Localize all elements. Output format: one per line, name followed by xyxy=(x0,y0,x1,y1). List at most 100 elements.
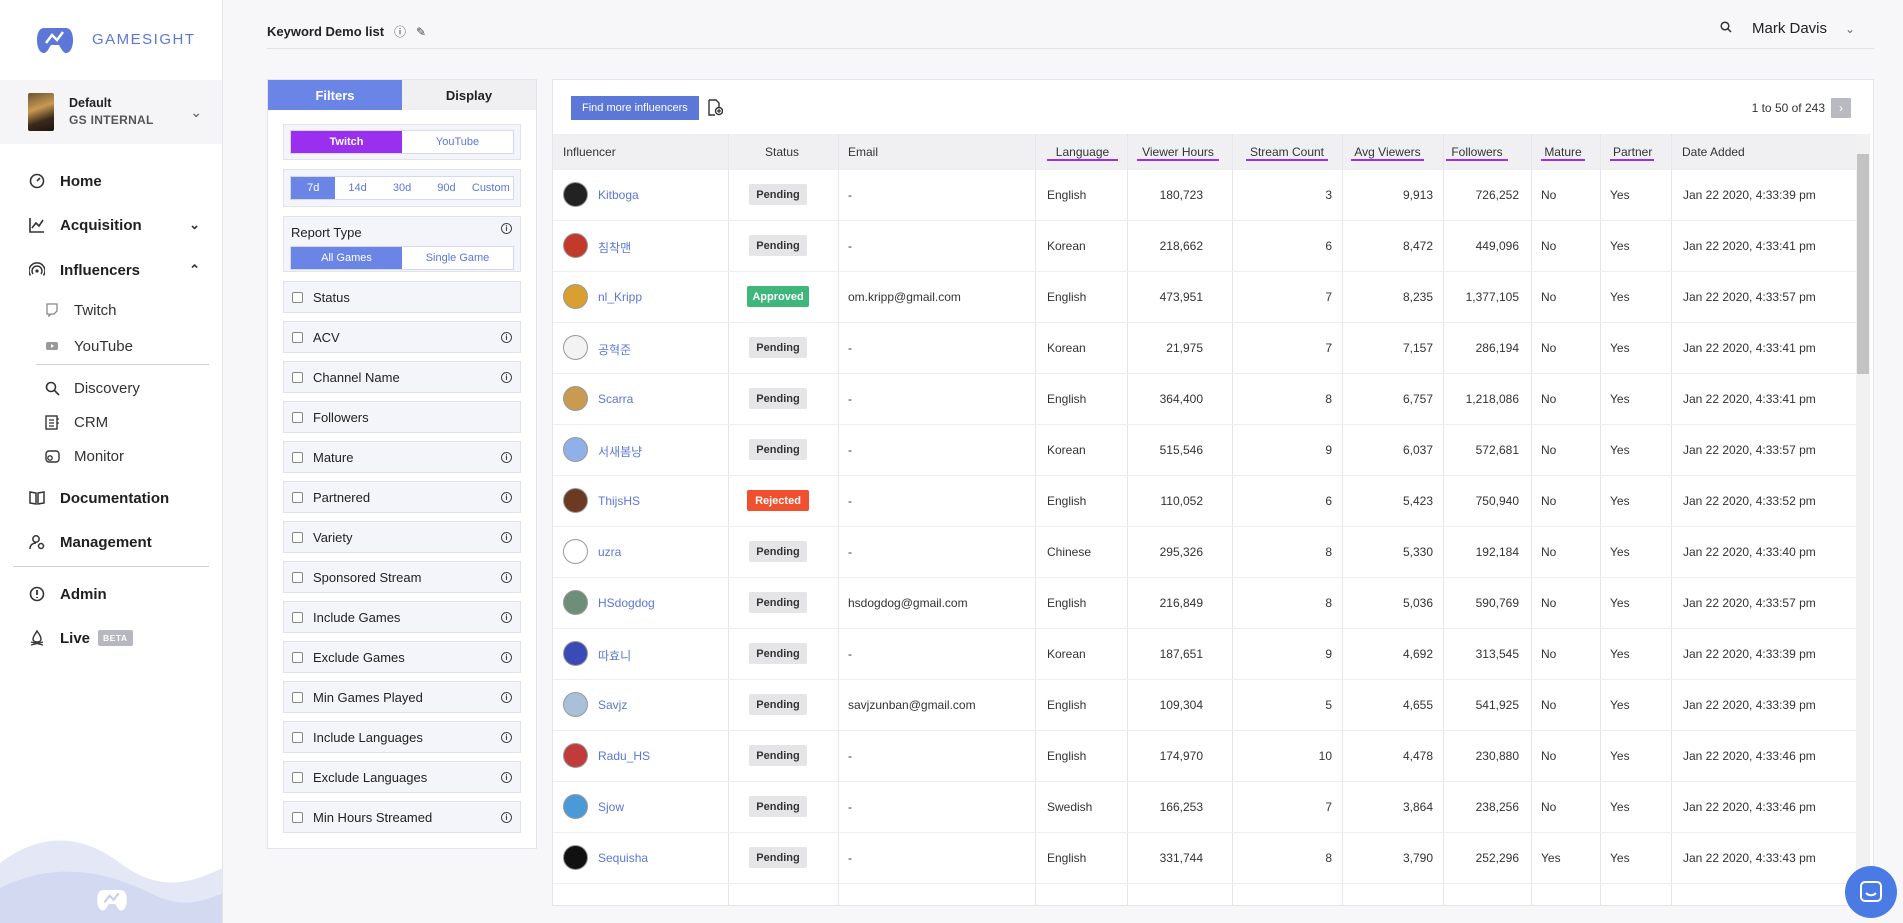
filter-checkbox[interactable] xyxy=(292,651,303,663)
influencer-name-link[interactable]: Kitboga xyxy=(598,188,639,202)
tab-display[interactable]: Display xyxy=(402,80,536,110)
filter-row[interactable]: Include Games i xyxy=(283,601,521,633)
status-badge[interactable]: Pending xyxy=(749,184,807,205)
col-mature[interactable]: Mature xyxy=(1541,145,1585,161)
scrollbar-thumb[interactable] xyxy=(1857,154,1869,374)
nav-crm[interactable]: CRM xyxy=(44,410,108,434)
add-file-icon[interactable] xyxy=(707,99,724,121)
status-badge[interactable]: Pending xyxy=(749,745,807,766)
table-row[interactable]: 침착맨 Pending - Korean 218,662 6 8,472 449,096 No Y… xyxy=(553,221,1856,272)
filter-row[interactable]: Min Games Played i xyxy=(283,681,521,713)
col-language[interactable]: Language xyxy=(1047,145,1118,161)
chevron-right-icon[interactable]: › xyxy=(1831,98,1851,118)
influencer-name-link[interactable]: nl_Kripp xyxy=(598,290,642,304)
status-badge[interactable]: Pending xyxy=(749,337,807,358)
table-row[interactable]: 따효니 Pending - Korean 187,651 9 4,692 313,545 No Y… xyxy=(553,629,1856,680)
info-icon[interactable]: i xyxy=(501,331,512,343)
info-icon[interactable]: i xyxy=(501,691,512,703)
range-custom[interactable]: Custom xyxy=(469,177,513,199)
nav-acquisition[interactable]: Acquisition ⌄ xyxy=(0,212,222,238)
nav-admin[interactable]: Admin xyxy=(0,581,222,607)
col-viewer-hours[interactable]: Viewer Hours xyxy=(1137,145,1219,161)
col-status[interactable]: Status xyxy=(765,145,799,159)
org-switcher[interactable]: Default GS INTERNAL ⌄ xyxy=(0,80,222,144)
filter-checkbox[interactable] xyxy=(292,691,303,703)
chat-launcher-button[interactable] xyxy=(1845,866,1897,918)
user-name[interactable]: Mark Davis xyxy=(1752,20,1827,37)
info-icon[interactable]: ⓘ xyxy=(394,23,406,40)
table-row[interactable]: uzra Pending - Chinese 295,326 8 5,330 192,184 N… xyxy=(553,527,1856,578)
platform-twitch[interactable]: Twitch xyxy=(291,131,402,153)
status-badge[interactable]: Pending xyxy=(749,847,807,868)
filter-checkbox[interactable] xyxy=(292,331,303,343)
influencer-name-link[interactable]: 따효니 xyxy=(598,647,631,664)
col-avg-viewers[interactable]: Avg Viewers xyxy=(1351,145,1424,161)
filter-checkbox[interactable] xyxy=(292,571,303,583)
influencer-name-link[interactable]: HSdogdog xyxy=(598,596,655,610)
status-badge[interactable]: Pending xyxy=(749,796,807,817)
influencer-name-link[interactable]: 공혁준 xyxy=(598,341,631,358)
nav-live[interactable]: Live BETA xyxy=(0,625,222,651)
brand-logo[interactable]: GAMESIGHT xyxy=(36,22,196,56)
influencer-name-link[interactable]: Sjow xyxy=(598,800,624,814)
nav-management[interactable]: Management xyxy=(0,529,222,555)
filter-row[interactable]: Channel Name i xyxy=(283,361,521,393)
nav-youtube[interactable]: YouTube xyxy=(44,334,133,358)
info-icon[interactable]: i xyxy=(501,571,512,583)
report-single-game[interactable]: Single Game xyxy=(402,247,513,269)
info-icon[interactable]: i xyxy=(501,223,512,234)
user-menu[interactable]: Mark Davis ⌄ xyxy=(1720,20,1855,37)
info-icon[interactable]: i xyxy=(501,531,512,543)
range-14d[interactable]: 14d xyxy=(335,177,379,199)
info-icon[interactable]: i xyxy=(501,771,512,783)
filter-row[interactable]: Include Languages i xyxy=(283,721,521,753)
col-email[interactable]: Email xyxy=(848,145,878,159)
status-badge[interactable]: Approved xyxy=(747,286,809,307)
filter-row[interactable]: Exclude Languages i xyxy=(283,761,521,793)
table-row[interactable]: Scarra Pending - English 364,400 8 6,757 1,218,… xyxy=(553,374,1856,425)
info-icon[interactable]: i xyxy=(501,491,512,503)
influencer-name-link[interactable]: uzra xyxy=(598,545,621,559)
nav-influencers[interactable]: Influencers ⌃ xyxy=(0,257,222,283)
status-badge[interactable]: Pending xyxy=(749,388,807,409)
report-all-games[interactable]: All Games xyxy=(291,247,402,269)
table-row[interactable]: Kitboga Pending - English 180,723 3 9,913 726,2… xyxy=(553,170,1856,221)
table-row[interactable]: Radu_HS Pending - English 174,970 10 4,478 230,… xyxy=(553,731,1856,782)
status-badge[interactable]: Pending xyxy=(749,643,807,664)
nav-home[interactable]: Home xyxy=(0,168,222,194)
status-badge[interactable]: Pending xyxy=(749,541,807,562)
filter-checkbox[interactable] xyxy=(292,491,303,503)
info-icon[interactable]: i xyxy=(501,611,512,623)
col-influencer[interactable]: Influencer xyxy=(563,145,616,159)
info-icon[interactable]: i xyxy=(501,731,512,743)
search-icon[interactable] xyxy=(1720,21,1732,36)
filter-checkbox[interactable] xyxy=(292,811,303,823)
filter-checkbox[interactable] xyxy=(292,371,303,383)
status-badge[interactable]: Pending xyxy=(749,235,807,256)
filter-row[interactable]: Variety i xyxy=(283,521,521,553)
filter-checkbox[interactable] xyxy=(292,291,303,303)
filter-checkbox[interactable] xyxy=(292,771,303,783)
filter-checkbox[interactable] xyxy=(292,411,303,423)
table-scrollbar[interactable] xyxy=(1856,134,1870,905)
influencer-name-link[interactable]: Radu_HS xyxy=(598,749,650,763)
info-icon[interactable]: i xyxy=(501,651,512,663)
find-more-influencers-button[interactable]: Find more influencers xyxy=(571,96,699,120)
filter-row[interactable]: Sponsored Stream i xyxy=(283,561,521,593)
platform-youtube[interactable]: YouTube xyxy=(402,131,513,153)
range-30d[interactable]: 30d xyxy=(380,177,424,199)
col-partner[interactable]: Partner xyxy=(1610,145,1654,161)
info-icon[interactable]: i xyxy=(501,371,512,383)
status-badge[interactable]: Rejected xyxy=(747,490,809,511)
info-icon[interactable]: i xyxy=(501,451,512,463)
table-row[interactable]: 공혁준 Pending - Korean 21,975 7 7,157 286,194 No Ye… xyxy=(553,323,1856,374)
nav-twitch[interactable]: Twitch xyxy=(44,298,117,322)
status-badge[interactable]: Pending xyxy=(749,439,807,460)
nav-documentation[interactable]: Documentation xyxy=(0,485,222,511)
info-icon[interactable]: i xyxy=(501,811,512,823)
nav-discovery[interactable]: Discovery xyxy=(44,376,140,400)
influencer-name-link[interactable]: Savjz xyxy=(598,698,627,712)
influencer-name-link[interactable]: Scarra xyxy=(598,392,633,406)
table-row[interactable]: Sjow Pending - Swedish 166,253 7 3,864 238,256 N… xyxy=(553,782,1856,833)
influencer-name-link[interactable]: 침착맨 xyxy=(598,239,631,256)
